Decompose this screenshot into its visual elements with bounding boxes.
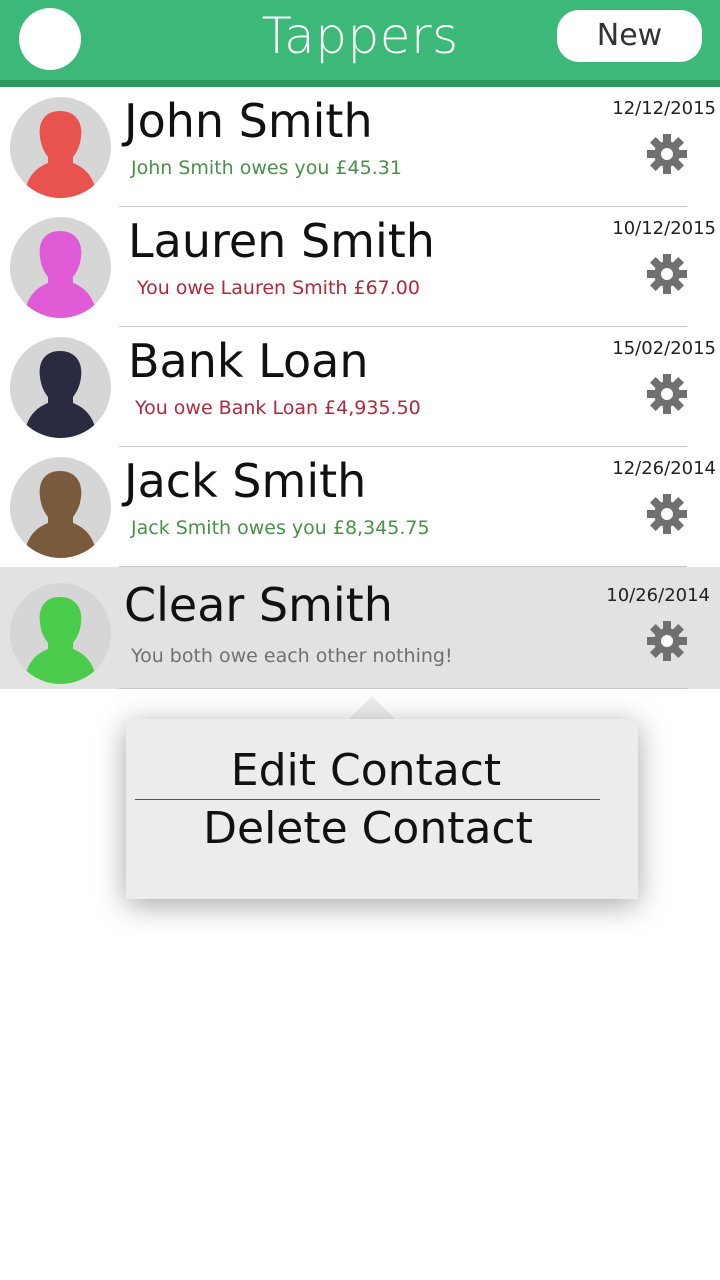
- contact-name: Clear Smith: [124, 578, 393, 632]
- contact-row[interactable]: Bank Loan You owe Bank Loan £4,935.50 15…: [0, 327, 720, 447]
- menu-divider: [135, 799, 600, 800]
- contact-avatar: [10, 337, 111, 438]
- person-silhouette-icon: [24, 231, 97, 318]
- balance-text: You owe Lauren Smith £67.00: [137, 277, 420, 299]
- contact-name: John Smith: [124, 94, 373, 148]
- contact-avatar: [10, 97, 111, 198]
- person-silhouette-icon: [24, 597, 97, 684]
- contact-avatar: [10, 217, 111, 318]
- contact-avatar: [10, 583, 111, 684]
- balance-text: You both owe each other nothing!: [131, 645, 453, 667]
- gear-icon[interactable]: [646, 133, 688, 175]
- contact-row[interactable]: Jack Smith Jack Smith owes you £8,345.75…: [0, 447, 720, 567]
- delete-contact-menu-item[interactable]: Delete Contact: [112, 801, 624, 857]
- contact-list: John Smith John Smith owes you £45.31 12…: [0, 87, 720, 689]
- gear-icon[interactable]: [646, 493, 688, 535]
- gear-icon[interactable]: [646, 620, 688, 662]
- contact-name: Bank Loan: [128, 334, 369, 388]
- contact-row-selected[interactable]: Clear Smith You both owe each other noth…: [0, 567, 720, 689]
- contact-row[interactable]: Lauren Smith You owe Lauren Smith £67.00…: [0, 207, 720, 327]
- person-silhouette-icon: [24, 351, 97, 438]
- contact-date: 12/12/2015: [612, 98, 716, 119]
- gear-icon[interactable]: [646, 253, 688, 295]
- edit-contact-menu-item[interactable]: Edit Contact: [110, 743, 622, 799]
- balance-text: You owe Bank Loan £4,935.50: [135, 397, 421, 419]
- contact-name: Lauren Smith: [128, 214, 435, 268]
- row-divider: [119, 688, 687, 689]
- context-menu: Edit Contact Delete Contact: [126, 719, 638, 899]
- contact-name: Jack Smith: [124, 454, 367, 508]
- contact-date: 10/12/2015: [612, 218, 716, 239]
- app-header: Tappers New: [0, 0, 720, 87]
- contact-date: 12/26/2014: [612, 458, 716, 479]
- context-menu-pointer: [348, 696, 396, 720]
- balance-text: Jack Smith owes you £8,345.75: [131, 517, 430, 539]
- balance-text: John Smith owes you £45.31: [131, 157, 402, 179]
- contact-date: 10/26/2014: [606, 585, 710, 606]
- contact-date: 15/02/2015: [612, 338, 716, 359]
- person-silhouette-icon: [24, 471, 97, 558]
- new-contact-button[interactable]: New: [557, 10, 702, 62]
- contact-avatar: [10, 457, 111, 558]
- contact-row[interactable]: John Smith John Smith owes you £45.31 12…: [0, 87, 720, 207]
- gear-icon[interactable]: [646, 373, 688, 415]
- person-silhouette-icon: [24, 111, 97, 198]
